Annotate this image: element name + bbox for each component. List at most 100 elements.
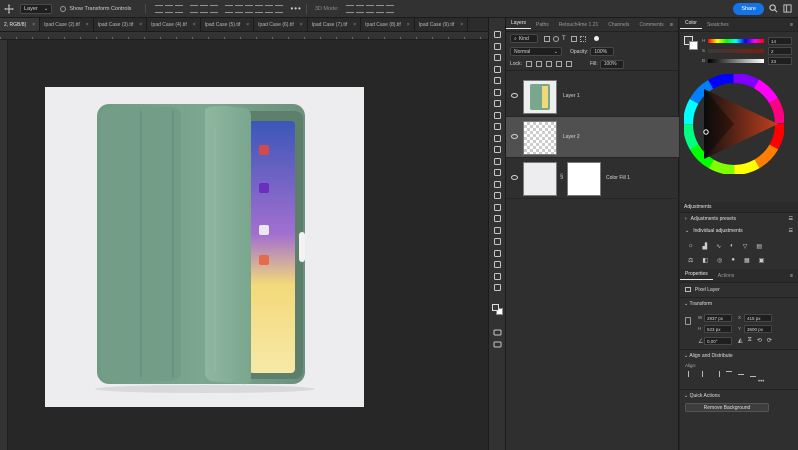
layer-select[interactable]: Layer ⌄ — [20, 3, 53, 14]
panel-tab[interactable]: Properties — [680, 271, 713, 280]
invert-icon[interactable]: ▣ — [759, 257, 765, 264]
filter-smart-object-icon[interactable] — [580, 35, 586, 42]
tab-document[interactable]: Ipad Case (6).tif × — [254, 18, 308, 31]
align-right-edges-icon[interactable] — [714, 371, 720, 377]
remove-background-button[interactable]: Remove Background — [685, 403, 769, 412]
screen-mode-icon[interactable] — [493, 336, 502, 348]
link-icon[interactable]: § — [560, 174, 563, 180]
close-icon[interactable]: × — [353, 22, 356, 28]
roll-3d-icon[interactable] — [355, 4, 364, 13]
panel-tab[interactable]: Swatches — [702, 22, 734, 28]
channel-mixer-icon[interactable]: ● — [731, 257, 735, 264]
y-field[interactable]: 3600 px — [744, 325, 772, 333]
align-middle-icon[interactable] — [165, 4, 174, 13]
marquee-tool-icon[interactable] — [493, 49, 502, 61]
align-horizontal-centers-icon[interactable] — [702, 371, 708, 377]
close-icon[interactable]: × — [460, 22, 463, 28]
blend-mode-select[interactable]: Normal ⌄ — [510, 47, 562, 56]
exposure-icon[interactable]: ◐ — [730, 243, 734, 250]
close-icon[interactable]: × — [300, 22, 303, 28]
align-bottom-icon[interactable] — [175, 4, 184, 13]
color-wheel[interactable] — [684, 74, 784, 174]
layer-row-color-fill-1[interactable]: § Color Fill 1 — [506, 158, 679, 199]
layer-row-layer-2[interactable]: Layer 2 — [506, 117, 679, 158]
panel-tab[interactable]: Paths — [531, 22, 554, 28]
hue-slider[interactable] — [708, 39, 764, 43]
distribute-center-icon[interactable] — [265, 4, 274, 13]
vibrance-icon[interactable]: ▽ — [743, 243, 748, 250]
lock-transparent-icon[interactable] — [525, 61, 532, 67]
brush-tool-icon[interactable] — [493, 130, 502, 142]
close-icon[interactable]: × — [86, 22, 89, 28]
foreground-color-swatch[interactable] — [492, 304, 499, 311]
kind-select[interactable]: ⌕ Kind — [510, 34, 538, 43]
hand-tool-icon[interactable] — [493, 256, 502, 268]
share-button[interactable]: Share — [733, 3, 764, 15]
panel-menu-icon[interactable]: ≡ — [790, 22, 793, 28]
blur-tool-icon[interactable] — [493, 187, 502, 199]
angle-field[interactable]: 0,00° — [704, 337, 732, 345]
frame-tool-icon[interactable] — [493, 95, 502, 107]
search-icon[interactable] — [769, 4, 778, 13]
align-bottom-edges-icon[interactable] — [750, 371, 756, 377]
align-top-edges-icon[interactable] — [726, 371, 732, 377]
tab-document[interactable]: Ipad Case (7).tif × — [308, 18, 362, 31]
history-brush-icon[interactable] — [493, 153, 502, 165]
gradient-tool-icon[interactable] — [493, 176, 502, 188]
list-view-icon[interactable]: ☰ — [789, 216, 793, 222]
curves-icon[interactable]: ∿ — [716, 243, 721, 250]
lock-all-icon[interactable] — [565, 61, 572, 67]
path-select-tool-icon[interactable] — [493, 233, 502, 245]
distribute-left-icon[interactable] — [255, 4, 264, 13]
tab-document[interactable]: Ipad Case (8).tif × — [361, 18, 415, 31]
filter-pixel-icon[interactable] — [544, 35, 550, 42]
black-white-icon[interactable]: ◧ — [702, 257, 708, 264]
lock-artboard-icon[interactable] — [555, 61, 562, 67]
panel-tab[interactable]: Channels — [603, 22, 634, 28]
filter-toggle-icon[interactable] — [594, 36, 599, 41]
adjustments-header[interactable]: Adjustments — [680, 202, 798, 213]
quick-actions-header[interactable]: ⌄ Quick Actions — [684, 393, 720, 399]
align-left-edges-icon[interactable] — [688, 371, 694, 377]
distribute-bottom-icon[interactable] — [245, 4, 254, 13]
h-field[interactable]: 14 — [768, 37, 792, 45]
align-vertical-centers-icon[interactable] — [738, 374, 744, 380]
s-field[interactable]: 2 — [768, 47, 792, 55]
b-field[interactable]: 23 — [768, 57, 792, 65]
close-icon[interactable]: × — [193, 22, 196, 28]
object-select-tool-icon[interactable] — [493, 72, 502, 84]
color-lookup-icon[interactable]: ▦ — [744, 257, 750, 264]
show-transform-toggle[interactable]: Show Transform Controls — [60, 5, 131, 12]
opacity-field[interactable]: 100% — [590, 47, 615, 56]
eyedropper-tool-icon[interactable] — [493, 107, 502, 119]
canvas-area[interactable] — [8, 40, 488, 450]
flip-horizontal-icon[interactable]: ◭ — [738, 337, 743, 344]
filter-adjustment-icon[interactable] — [553, 35, 559, 42]
flip-vertical-icon[interactable]: ⧖ — [748, 337, 752, 344]
distribute-middle-icon[interactable] — [235, 4, 244, 13]
close-icon[interactable]: × — [139, 22, 142, 28]
align-center-icon[interactable] — [200, 4, 209, 13]
move-tool-icon[interactable] — [493, 26, 502, 38]
dodge-tool-icon[interactable] — [493, 199, 502, 211]
close-icon[interactable]: × — [246, 22, 249, 28]
x-field[interactable]: 415 px — [744, 314, 772, 322]
slide-3d-icon[interactable] — [375, 4, 384, 13]
orbit-3d-icon[interactable] — [345, 4, 354, 13]
visibility-eye-icon[interactable] — [511, 134, 518, 139]
close-icon[interactable]: × — [407, 22, 410, 28]
visibility-eye-icon[interactable] — [511, 93, 518, 98]
levels-icon[interactable]: ▟ — [703, 243, 708, 250]
panel-menu-icon[interactable]: ≡ — [790, 273, 793, 279]
eraser-tool-icon[interactable] — [493, 164, 502, 176]
tab-document[interactable]: Ipad Case (9).tif × — [415, 18, 469, 31]
quick-mask-icon[interactable] — [493, 324, 502, 336]
crop-tool-icon[interactable] — [493, 84, 502, 96]
tab-document[interactable]: Ipad Case (2).tif × — [40, 18, 94, 31]
artboard-tool-icon[interactable] — [493, 38, 502, 50]
filter-type-icon[interactable]: T — [562, 36, 568, 42]
link-dimensions-icon[interactable] — [685, 317, 691, 325]
background-color-swatch[interactable] — [689, 41, 698, 50]
panel-tab[interactable]: Comments — [634, 22, 668, 28]
layer-row-layer-1[interactable]: Layer 1 — [506, 76, 679, 117]
